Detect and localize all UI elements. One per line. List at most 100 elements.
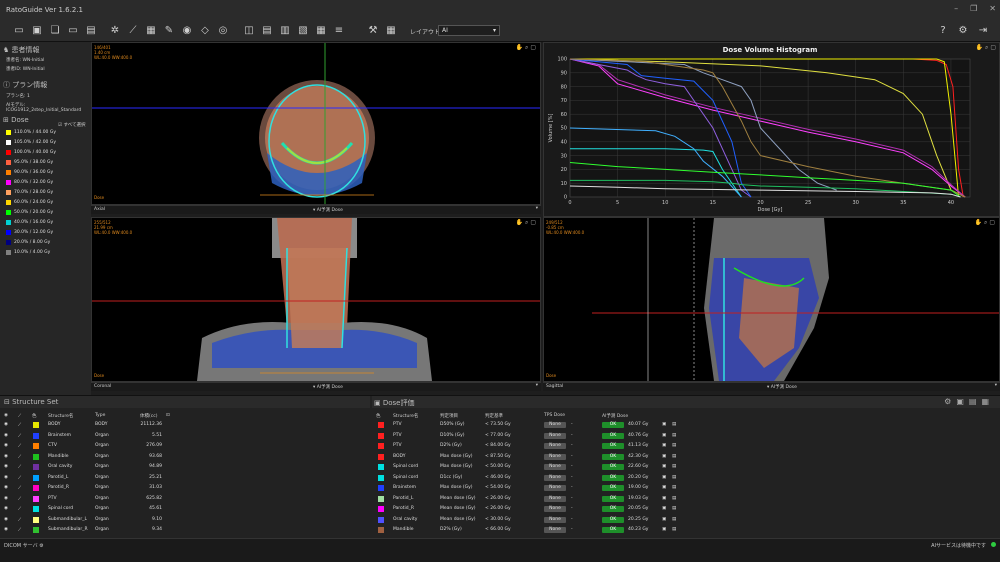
chevron-down-icon[interactable]: ▾ xyxy=(536,206,538,211)
export-icon[interactable]: ▥ xyxy=(278,24,292,38)
zoom-icon[interactable]: ⌕ xyxy=(525,44,528,51)
dose-level-row[interactable]: 40.0% / 16.00 Gy xyxy=(6,218,53,226)
zoom-icon[interactable]: ⌕ xyxy=(525,219,528,226)
structure-color-swatch[interactable] xyxy=(33,453,39,460)
copy-icon[interactable]: ▣ xyxy=(662,433,666,438)
copy-icon[interactable]: ▣ xyxy=(662,475,666,480)
copy-icon[interactable]: ❏ xyxy=(48,24,62,38)
dose-color-swatch[interactable] xyxy=(6,239,11,245)
viewport-tools[interactable]: ✋ ⌕ ▢ xyxy=(516,219,536,227)
eye-icon[interactable]: ◉ xyxy=(4,496,8,501)
dose-level-row[interactable]: 60.0% / 24.00 Gy xyxy=(6,198,53,206)
copy-icon[interactable]: ▣ xyxy=(662,485,666,490)
dose-color-swatch[interactable] xyxy=(6,159,11,165)
copy-icon[interactable]: ▣ xyxy=(662,464,666,469)
pen-icon[interactable]: ⟋ xyxy=(18,433,21,439)
maximize-icon[interactable]: ▢ xyxy=(530,219,536,226)
dose-level-row[interactable]: 70.0% / 28.00 Gy xyxy=(6,188,53,196)
pen-icon[interactable]: ⟋ xyxy=(18,443,21,449)
detail-icon[interactable]: ▤ xyxy=(672,506,676,511)
detail-icon[interactable]: ▤ xyxy=(672,443,676,448)
eye-icon[interactable]: ◉ xyxy=(4,485,8,490)
structure-color-swatch[interactable] xyxy=(33,464,39,470)
restore-icon[interactable]: ❐ xyxy=(970,4,977,13)
layout-select[interactable]: AI ▾ xyxy=(438,25,500,36)
dose-color-swatch[interactable] xyxy=(6,219,11,225)
dose-color-swatch[interactable] xyxy=(6,189,11,195)
dose-color-swatch[interactable] xyxy=(6,129,11,135)
maximize-icon[interactable]: ▢ xyxy=(989,219,995,226)
dose-color-swatch[interactable] xyxy=(6,229,11,235)
eye-icon[interactable]: ◉ xyxy=(4,422,8,427)
copy-icon[interactable]: ▣ xyxy=(662,422,666,427)
axial-viewport[interactable]: 146/401 1.40 cm WL:40.0 WW:400.0 Dose ✋ ⌕ … xyxy=(91,42,541,205)
report-icon[interactable]: ▧ xyxy=(296,24,310,38)
copy-icon[interactable]: ▣ xyxy=(662,443,666,448)
detail-icon[interactable]: ▤ xyxy=(672,433,676,438)
dose-level-row[interactable]: 30.0% / 12.00 Gy xyxy=(6,228,53,236)
gear-icon[interactable]: ⚙ xyxy=(39,543,43,549)
detail-icon[interactable]: ▤ xyxy=(672,422,676,427)
copy-icon[interactable]: ▣ xyxy=(662,527,666,532)
eye-icon[interactable]: ◉ xyxy=(4,454,8,459)
hand-icon[interactable]: ✋ xyxy=(516,44,523,51)
copy-icon[interactable]: ▣ xyxy=(662,454,666,459)
structure-color-swatch[interactable] xyxy=(33,432,39,439)
pen-icon[interactable]: ⟋ xyxy=(18,506,21,512)
detail-icon[interactable]: ▤ xyxy=(672,485,676,490)
structure-color-swatch[interactable] xyxy=(33,474,39,481)
detail-icon[interactable]: ▤ xyxy=(672,496,676,501)
structure-color-swatch[interactable] xyxy=(33,527,39,533)
dose-color-swatch[interactable] xyxy=(6,209,11,215)
camera-icon[interactable]: ◫ xyxy=(242,24,256,38)
eye-icon[interactable]: ◉ xyxy=(4,433,8,438)
dose-level-row[interactable]: 20.0% / 8.00 Gy xyxy=(6,238,50,246)
detail-icon[interactable]: ▤ xyxy=(672,454,676,459)
zoom-icon[interactable]: ⌕ xyxy=(984,219,987,226)
export-icon[interactable]: ▤ xyxy=(969,397,982,406)
axial-mode-select[interactable]: ▾ AI予測 Dose xyxy=(313,207,343,213)
dose-level-row[interactable]: 90.0% / 36.00 Gy xyxy=(6,168,53,176)
dose-color-swatch[interactable] xyxy=(6,249,11,255)
copy-icon[interactable]: ▣ xyxy=(662,517,666,522)
tools-icon[interactable]: ⚒ xyxy=(366,24,380,38)
chart-icon[interactable]: ⟋ xyxy=(126,24,140,38)
copy-icon[interactable]: ▣ xyxy=(662,496,666,501)
dose-color-swatch[interactable] xyxy=(6,199,11,205)
eye-icon[interactable]: ◉ xyxy=(4,464,8,469)
chevron-down-icon[interactable]: ▾ xyxy=(995,383,997,388)
calculator-icon[interactable]: ▦ xyxy=(384,24,398,38)
coronal-mode-select[interactable]: ▾ AI予測 Dose xyxy=(313,384,343,390)
pen-icon[interactable]: ⟋ xyxy=(18,527,21,533)
logout-icon[interactable]: ⇥ xyxy=(976,24,990,38)
dose-level-row[interactable]: 100.0% / 40.00 Gy xyxy=(6,148,56,156)
eye-icon[interactable]: ◉ xyxy=(4,413,8,418)
open-folder-icon[interactable]: ▭ xyxy=(12,24,26,38)
hand-icon[interactable]: ✋ xyxy=(975,219,982,226)
structure-color-swatch[interactable] xyxy=(33,422,39,428)
minimize-icon[interactable]: – xyxy=(954,4,958,13)
settings-icon[interactable]: ✲ xyxy=(108,24,122,38)
coronal-viewport[interactable]: 255/512 21.99 cm WL:40.0 WW:400.0 Dose ✋ ⌕… xyxy=(91,217,541,382)
pen-icon[interactable]: ⟋ xyxy=(18,475,21,481)
document-icon[interactable]: ▤ xyxy=(84,24,98,38)
eye-icon[interactable]: ◉ xyxy=(4,475,8,480)
hand-icon[interactable]: ✋ xyxy=(516,219,523,226)
dose-level-row[interactable]: 50.0% / 20.00 Gy xyxy=(6,208,53,216)
eye-icon[interactable]: ◉ xyxy=(4,527,8,532)
dose-color-swatch[interactable] xyxy=(6,179,11,185)
save-icon[interactable]: ▣ xyxy=(30,24,44,38)
search-organ-icon[interactable]: ◎ xyxy=(216,24,230,38)
help-icon[interactable]: ? xyxy=(936,24,950,38)
structure-color-swatch[interactable] xyxy=(33,506,39,512)
sagittal-viewport[interactable]: 249/512 -0.85 cm WL:40.0 WW:400.0 Dose ✋ ⌕… xyxy=(543,217,1000,382)
dose-eval-tools[interactable]: ⚙▣▤▦ xyxy=(944,397,994,406)
detail-icon[interactable]: ▤ xyxy=(672,475,676,480)
detail-icon[interactable]: ▤ xyxy=(672,517,676,522)
close-icon[interactable]: ✕ xyxy=(989,4,996,13)
detail-icon[interactable]: ▤ xyxy=(672,464,676,469)
dose-level-row[interactable]: 95.0% / 38.00 Gy xyxy=(6,158,53,166)
gear-icon[interactable]: ⚙ xyxy=(944,397,956,406)
drop-icon[interactable]: ◇ xyxy=(198,24,212,38)
dose-level-row[interactable]: 80.0% / 32.00 Gy xyxy=(6,178,53,186)
